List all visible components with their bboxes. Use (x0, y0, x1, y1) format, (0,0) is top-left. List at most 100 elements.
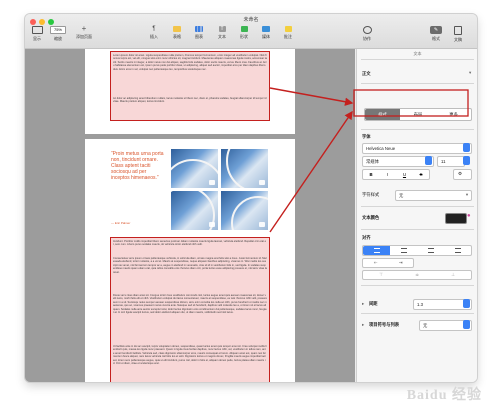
toolbar-label: 媒体 (262, 34, 270, 39)
strikethrough-button[interactable]: S (413, 170, 429, 179)
watermark: Baidu 经验 (406, 388, 482, 403)
plus-icon: + (81, 24, 87, 33)
text-box-icon: T (218, 26, 226, 32)
toolbar-label: 文本 (218, 34, 226, 39)
chevron-down-icon: ▾ (465, 192, 468, 197)
bullets-value: 无 (423, 323, 428, 328)
spacing-popup-icon[interactable] (463, 299, 470, 308)
chart-icon (195, 26, 203, 32)
bullets-popup-icon[interactable] (463, 320, 470, 329)
align-middle-button[interactable]: ≑ (399, 271, 435, 279)
tab-style[interactable]: 样式 (365, 109, 400, 120)
toolbar-format-button[interactable]: ✎ 格式 (429, 26, 443, 42)
toolbar-add-page-button[interactable]: + 添加页面 (73, 24, 95, 40)
divider (361, 83, 474, 84)
toolbar-label: 文稿 (454, 37, 462, 42)
body-text[interactable]: Ut facilisis ante in dui ac suscipit, tu… (113, 345, 267, 382)
divider (361, 285, 474, 286)
italic-button[interactable]: I (379, 170, 396, 179)
text-color-well[interactable] (445, 213, 467, 224)
toolbar-shape-button[interactable]: 形状 (237, 26, 251, 40)
disclosure-triangle-icon[interactable]: ▸ (362, 301, 364, 307)
toolbar: 未命名 显示 75% 缩放 + 添加页面 ¶ 插入 表格 图表 T 文本 形状 … (25, 14, 477, 49)
photo-image[interactable] (171, 191, 218, 230)
inspector-header: 文本 (413, 51, 422, 56)
toolbar-comment-button[interactable]: 批注 (281, 26, 295, 40)
text-options-button[interactable]: ⚙ (453, 169, 472, 180)
media-placeholder-icon (209, 222, 215, 227)
photo-image[interactable] (221, 149, 268, 188)
font-family-popup-icon[interactable] (463, 143, 470, 152)
paragraph-style-name[interactable]: 正文 (362, 71, 371, 77)
align-justify-button[interactable] (444, 246, 471, 255)
align-left-button[interactable] (363, 246, 390, 255)
font-family-select[interactable]: Helvetica Neue (362, 143, 472, 154)
divider (361, 206, 474, 207)
body-text[interactable]: tincidunt. Porttitor mollis imperdiet li… (113, 240, 267, 254)
body-text[interactable]: Donec arcu risus diam amet sit. Congue t… (113, 294, 267, 342)
body-text[interactable]: Ac dolor ac adipiscing amet bibendum nul… (113, 97, 267, 111)
document-canvas[interactable]: Lorem ipsum dolor sit amet. Ligula suspe… (25, 49, 355, 382)
pull-quote[interactable]: “Proin metus urna porta non, tincidunt o… (111, 151, 165, 181)
gear-icon: ⚙ (458, 171, 462, 176)
align-bottom-button[interactable]: ⊥ (435, 271, 471, 279)
divider (361, 229, 474, 230)
photo-image[interactable] (171, 149, 218, 188)
sidebar-icon (31, 26, 43, 34)
font-style-select[interactable]: 常规体 (362, 156, 434, 167)
photo-image[interactable] (221, 191, 268, 230)
shape-icon (240, 26, 248, 32)
character-style-select[interactable]: 无 ▾ (395, 190, 472, 201)
text-format-buttons: B I U S (362, 169, 430, 180)
chevron-down-icon[interactable]: ▾ (469, 70, 471, 76)
decrease-indent-button[interactable]: ⇤ (363, 259, 388, 267)
toolbar-text-button[interactable]: T 文本 (215, 26, 229, 40)
underline-button[interactable]: U (396, 170, 413, 179)
page-1[interactable]: Lorem ipsum dolor sit amet. Ligula suspe… (85, 49, 295, 134)
toolbar-view-button[interactable]: 显示 (29, 26, 45, 42)
character-style-value: 无 (399, 193, 404, 198)
font-size-field[interactable]: 11 (437, 156, 465, 167)
align-top-button[interactable]: ⊤ (363, 271, 399, 279)
divider (361, 313, 474, 314)
font-style-value: 常规体 (366, 159, 379, 164)
toolbar-insert-button[interactable]: ¶ 插入 (147, 26, 161, 40)
font-family-value: Helvetica Neue (366, 146, 396, 151)
annotation-box: Lorem ipsum dolor sit amet. Ligula suspe… (110, 51, 270, 121)
toolbar-table-button[interactable]: 表格 (170, 26, 184, 40)
tab-more[interactable]: 更多 (436, 109, 471, 120)
toolbar-media-button[interactable]: 媒体 (259, 26, 273, 40)
spacing-label[interactable]: 间距 (369, 301, 378, 307)
align-center-button[interactable] (390, 246, 417, 255)
media-icon (262, 26, 270, 32)
bold-button[interactable]: B (363, 170, 379, 179)
font-section-title: 字体 (362, 134, 371, 139)
font-size-value: 11 (441, 159, 446, 164)
toolbar-label: 表格 (173, 34, 181, 39)
toolbar-label: 协作 (363, 36, 371, 41)
toolbar-chart-button[interactable]: 图表 (192, 26, 206, 40)
comment-icon (284, 26, 292, 32)
toolbar-collaborate-button[interactable]: 协作 (360, 26, 374, 42)
disclosure-triangle-icon[interactable]: ▸ (362, 322, 364, 328)
font-style-popup-icon[interactable] (425, 156, 432, 165)
bullets-and-lists-label[interactable]: 项目符号与列表 (369, 322, 399, 328)
toolbar-label: 缩放 (54, 36, 62, 41)
tab-layout[interactable]: 布局 (400, 109, 436, 120)
color-wheel-icon[interactable]: ● (467, 213, 471, 219)
increase-indent-button[interactable]: ⇥ (388, 259, 413, 267)
media-placeholder-icon (259, 180, 265, 185)
inspector-tabs: 样式 布局 更多 (364, 108, 472, 121)
body-text[interactable]: Consectetuer arcu ipsum ornare pellentes… (113, 257, 267, 291)
alignment-section-title: 对齐 (362, 235, 371, 240)
body-text[interactable]: Lorem ipsum dolor sit amet. Ligula suspe… (113, 54, 267, 94)
toolbar-document-button[interactable]: 文稿 (451, 26, 465, 43)
align-right-button[interactable] (417, 246, 444, 255)
annotation-box: tincidunt. Porttitor mollis imperdiet li… (110, 237, 270, 382)
paragraph-icon: ¶ (152, 26, 156, 32)
page-2[interactable]: “Proin metus urna porta non, tincidunt o… (85, 139, 295, 382)
font-size-stepper[interactable] (463, 156, 470, 165)
divider (361, 59, 474, 60)
toolbar-zoom-button[interactable]: 75% 缩放 (49, 26, 67, 42)
zoom-select[interactable]: 75% (50, 26, 66, 34)
